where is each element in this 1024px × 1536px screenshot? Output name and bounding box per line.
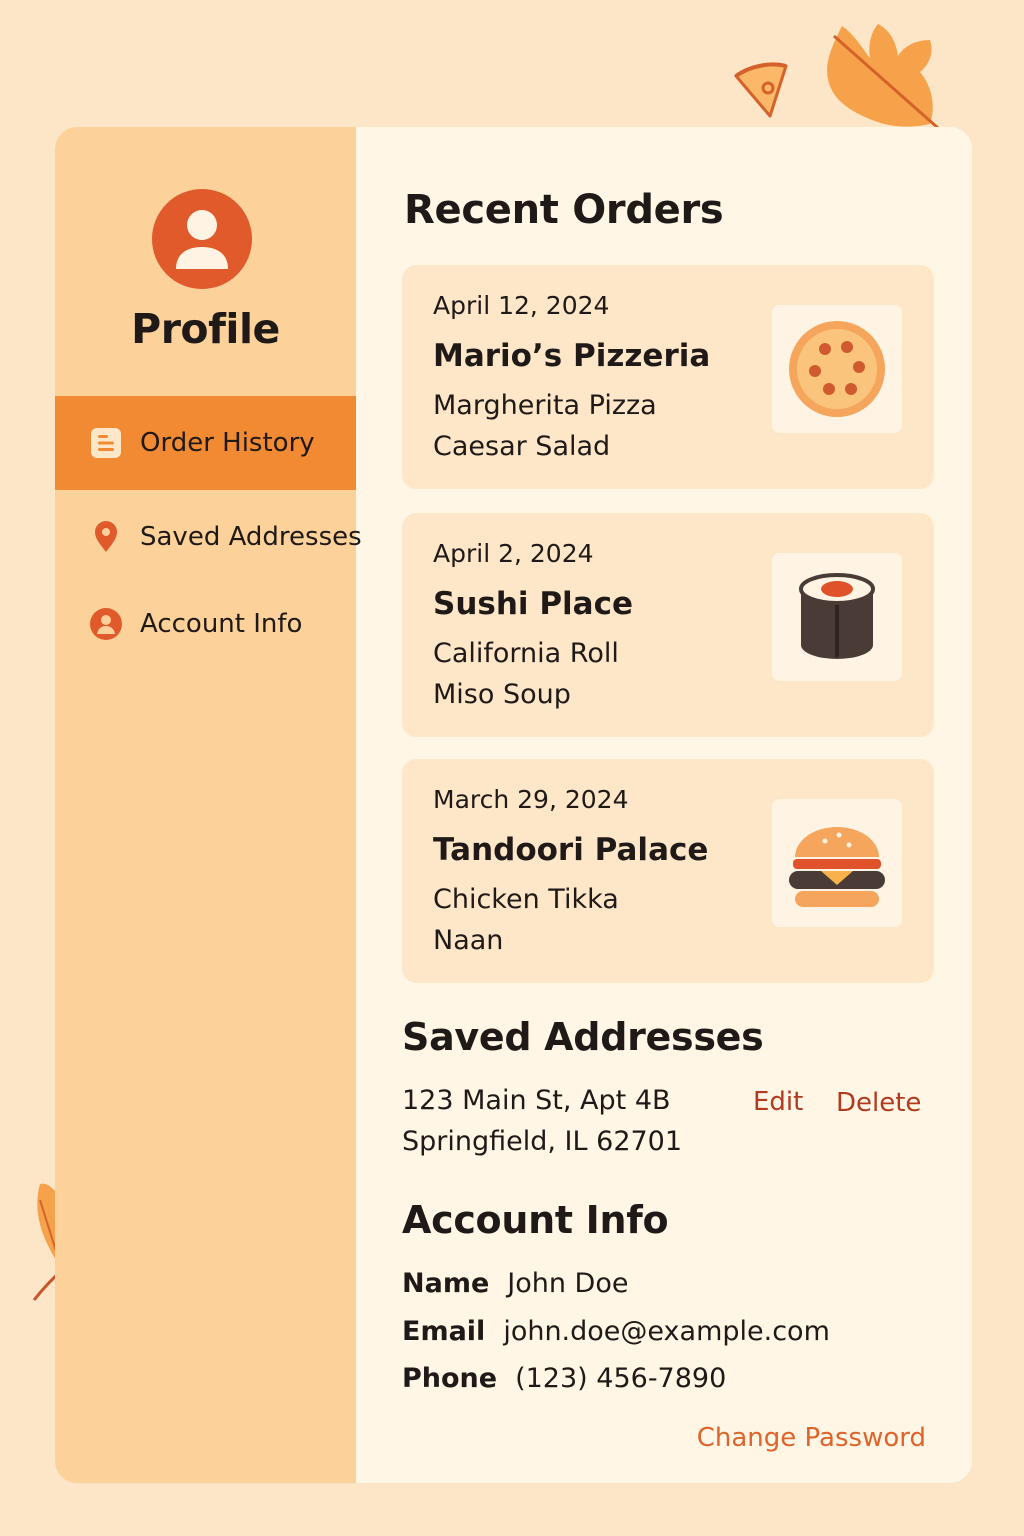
account-email-row: Email john.doe@example.com: [402, 1316, 830, 1347]
delete-address-button[interactable]: Delete: [836, 1088, 921, 1118]
profile-card: Profile Order History Saved Addresses Ac…: [55, 127, 972, 1483]
sidebar-item-label: Account Info: [140, 609, 303, 639]
address-line-2: Springfield, IL 62701: [402, 1126, 683, 1157]
order-date: April 2, 2024: [433, 539, 594, 568]
order-item: Naan: [433, 925, 504, 956]
order-card[interactable]: April 2, 2024 Sushi Place California Rol…: [402, 513, 934, 737]
change-password-link[interactable]: Change Password: [697, 1423, 926, 1453]
main-content: Recent Orders April 12, 2024 Mario’s Piz…: [356, 127, 972, 1483]
order-date: April 12, 2024: [433, 291, 610, 320]
list-icon: [91, 428, 121, 458]
account-phone-row: Phone (123) 456-7890: [402, 1363, 726, 1394]
recent-orders-heading: Recent Orders: [404, 187, 724, 233]
order-item: Chicken Tikka: [433, 884, 619, 915]
restaurant-name: Mario’s Pizzeria: [433, 338, 711, 374]
order-item: Margherita Pizza: [433, 390, 657, 421]
account-name-row: Name John Doe: [402, 1268, 628, 1299]
map-pin-icon: [95, 521, 117, 552]
account-info-heading: Account Info: [402, 1198, 669, 1242]
user-avatar-icon: [152, 189, 252, 289]
burger-icon: [789, 827, 885, 907]
email-label: Email: [402, 1316, 486, 1347]
order-date: March 29, 2024: [433, 785, 629, 814]
phone-label: Phone: [402, 1363, 498, 1394]
order-thumbnail: [772, 553, 902, 681]
user-circle-icon: [90, 608, 122, 640]
sidebar-item-order-history[interactable]: Order History: [55, 396, 356, 490]
edit-address-button[interactable]: Edit: [753, 1087, 803, 1117]
email-value: john.doe@example.com: [503, 1316, 830, 1347]
sidebar-item-label: Order History: [140, 428, 315, 458]
leaf-decoration-icon: [827, 24, 939, 130]
order-card[interactable]: March 29, 2024 Tandoori Palace Chicken T…: [402, 759, 934, 983]
order-card[interactable]: April 12, 2024 Mario’s Pizzeria Margheri…: [402, 265, 934, 489]
sidebar: Profile Order History Saved Addresses Ac…: [55, 127, 362, 1483]
saved-addresses-heading: Saved Addresses: [402, 1015, 764, 1059]
name-value: John Doe: [507, 1268, 629, 1299]
order-thumbnail: [772, 305, 902, 433]
order-thumbnail: [772, 799, 902, 927]
phone-value: (123) 456-7890: [515, 1363, 727, 1394]
sushi-icon: [799, 573, 875, 659]
restaurant-name: Tandoori Palace: [433, 832, 709, 868]
pizza-icon: [789, 321, 885, 417]
order-item: Miso Soup: [433, 679, 571, 710]
sidebar-item-label: Saved Addresses: [140, 522, 362, 552]
address-line-1: 123 Main St, Apt 4B: [402, 1085, 671, 1116]
order-item: California Roll: [433, 638, 619, 669]
profile-title: Profile: [131, 305, 280, 353]
sidebar-item-account-info[interactable]: Account Info: [55, 577, 356, 671]
order-item: Caesar Salad: [433, 431, 611, 462]
name-label: Name: [402, 1268, 490, 1299]
pizza-slice-decoration-icon: [734, 62, 788, 118]
restaurant-name: Sushi Place: [433, 586, 634, 622]
sidebar-item-saved-addresses[interactable]: Saved Addresses: [55, 490, 362, 584]
